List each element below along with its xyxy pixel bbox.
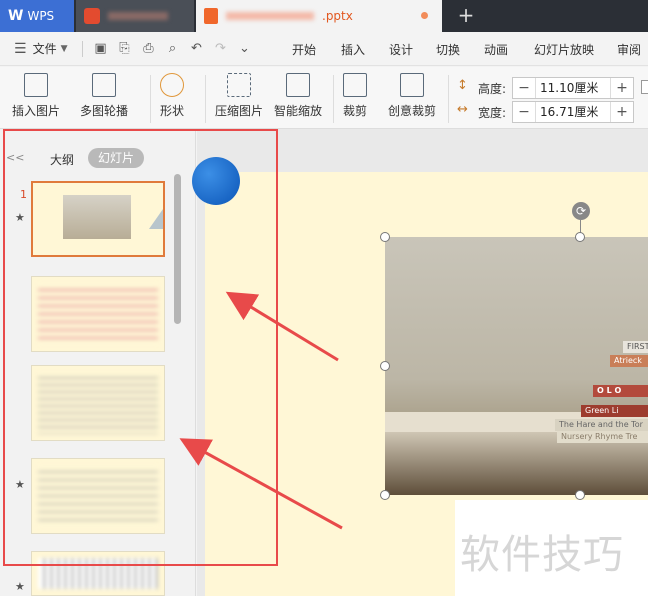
annotation-arrows: [179, 291, 343, 530]
annotation-arrow: [179, 438, 343, 530]
annotation-arrow: [225, 291, 339, 362]
